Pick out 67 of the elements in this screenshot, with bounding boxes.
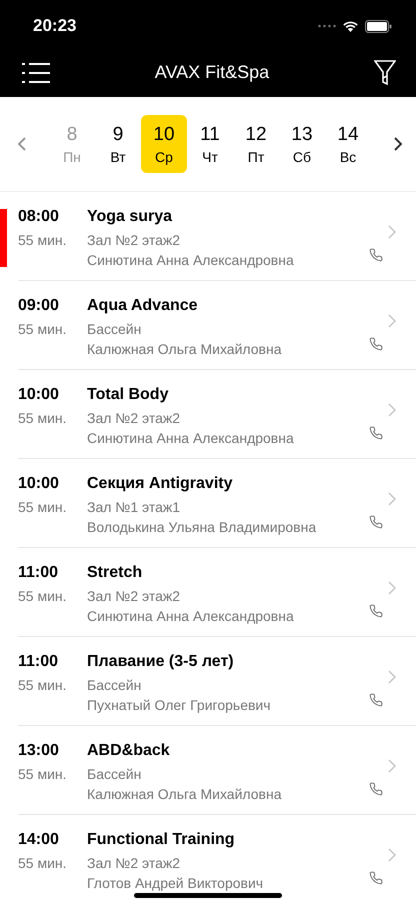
chevron-left-icon xyxy=(18,137,26,151)
class-trainer: Синютина Анна Александровна xyxy=(87,608,295,624)
class-room: Зал №2 этаж2 xyxy=(87,410,182,426)
class-trainer: Глотов Андрей Викторович xyxy=(87,875,264,891)
class-title: Stretch xyxy=(87,564,144,582)
class-room: Бассейн xyxy=(87,766,142,782)
class-room: Зал №2 этаж2 xyxy=(87,855,182,871)
phone-icon[interactable] xyxy=(369,782,383,796)
day-tab[interactable]: 10 Ср xyxy=(141,115,187,173)
class-time: 09:00 xyxy=(18,297,60,315)
class-room: Бассейн xyxy=(87,321,142,337)
class-time: 14:00 xyxy=(18,831,60,849)
class-room: Зал №1 этаж1 xyxy=(87,499,182,515)
class-title: Секция Antigravity xyxy=(87,475,234,493)
filter-icon xyxy=(374,60,396,86)
class-title: ABD&back xyxy=(87,742,171,760)
next-week-button[interactable] xyxy=(394,137,402,151)
phone-icon[interactable] xyxy=(369,515,383,529)
chevron-right-icon xyxy=(394,137,402,151)
class-trainer: Володькина Ульяна Владимировна xyxy=(87,519,318,535)
day-tab[interactable]: 13 Сб xyxy=(279,115,325,173)
battery-icon xyxy=(365,20,392,32)
day-tab[interactable]: 14 Вс xyxy=(325,115,371,173)
class-time: 08:00 xyxy=(18,208,60,226)
class-title: Functional Training xyxy=(87,831,236,849)
day-tab[interactable]: 12 Пт xyxy=(233,115,279,173)
class-trainer: Калюжная Ольга Михайловна xyxy=(87,786,282,802)
class-time: 11:00 xyxy=(18,653,60,671)
class-duration: 55 мин. xyxy=(18,499,68,515)
class-time: 11:00 xyxy=(18,564,60,582)
class-duration: 55 мин. xyxy=(18,766,68,782)
class-room: Бассейн xyxy=(87,677,142,693)
app-title: AVAX Fit&Spa xyxy=(154,62,270,83)
class-room: Зал №2 этаж2 xyxy=(87,232,182,248)
phone-icon[interactable] xyxy=(369,604,383,618)
class-duration: 55 мин. xyxy=(18,232,68,248)
class-time: 10:00 xyxy=(18,475,60,493)
wifi-icon xyxy=(342,20,359,32)
phone-icon[interactable] xyxy=(369,426,383,440)
menu-icon xyxy=(22,62,50,84)
class-trainer: Пухнатый Олег Григорьевич xyxy=(87,697,272,713)
filter-button[interactable] xyxy=(374,60,396,86)
signal-icon xyxy=(318,24,336,28)
menu-button[interactable] xyxy=(22,62,50,84)
class-title: Плавание (3-5 лет) xyxy=(87,653,235,671)
class-room: Зал №2 этаж2 xyxy=(87,588,182,604)
day-tab[interactable]: 11 Чт xyxy=(187,115,233,173)
class-title: Aqua Advance xyxy=(87,297,199,315)
phone-icon[interactable] xyxy=(369,693,383,707)
phone-icon[interactable] xyxy=(369,248,383,262)
previous-week-button[interactable] xyxy=(18,137,26,151)
class-trainer: Синютина Анна Александровна xyxy=(87,252,295,268)
class-duration: 55 мин. xyxy=(18,588,68,604)
class-title: Yoga surya xyxy=(87,208,174,226)
day-tab[interactable]: 9 Вт xyxy=(95,115,141,173)
class-duration: 55 мин. xyxy=(18,855,68,871)
class-duration: 55 мин. xyxy=(18,410,68,426)
class-trainer: Калюжная Ольга Михайловна xyxy=(87,341,282,357)
status-time: 20:23 xyxy=(33,16,76,36)
phone-icon[interactable] xyxy=(369,871,383,885)
class-time: 13:00 xyxy=(18,742,60,760)
phone-icon[interactable] xyxy=(369,337,383,351)
class-title: Total Body xyxy=(87,386,170,404)
class-trainer: Синютина Анна Александровна xyxy=(87,430,295,446)
class-time: 10:00 xyxy=(18,386,60,404)
class-duration: 55 мин. xyxy=(18,321,68,337)
class-duration: 55 мин. xyxy=(18,677,68,693)
